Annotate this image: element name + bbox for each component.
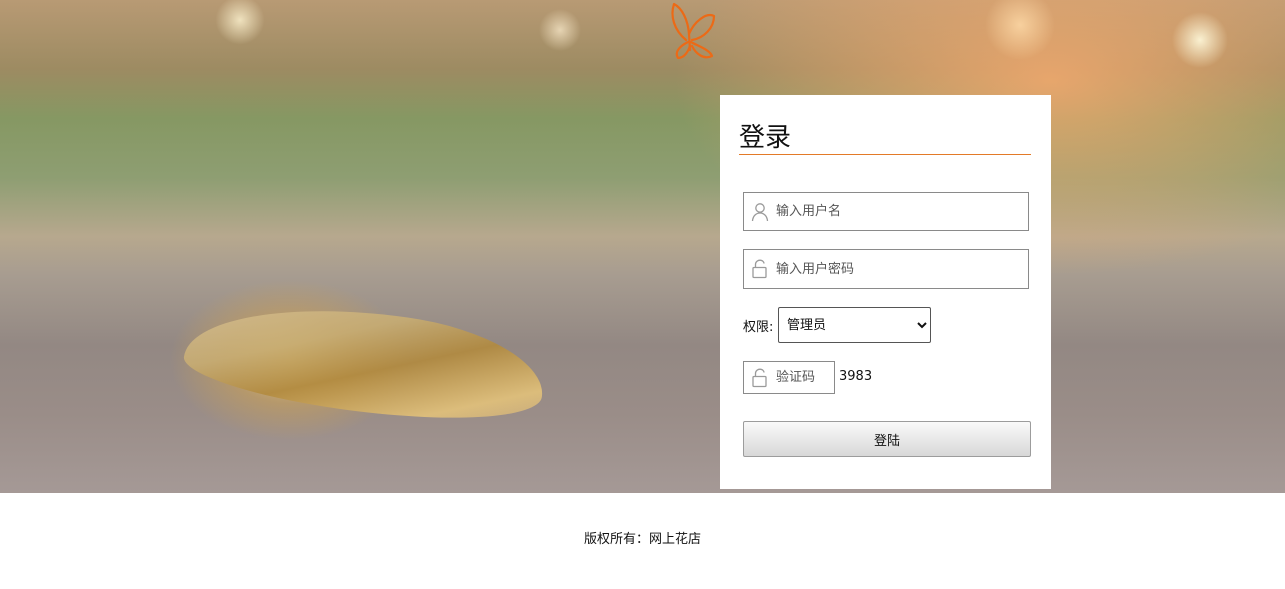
login-button[interactable]: 登陆: [743, 421, 1031, 457]
footer-copyright: 版权所有：网上花店: [583, 532, 701, 547]
login-title: 登录: [739, 123, 792, 153]
captcha-input[interactable]: [776, 362, 828, 393]
background-photo: [0, 0, 1285, 493]
username-input[interactable]: [776, 193, 1022, 230]
password-input[interactable]: [776, 250, 1022, 288]
login-panel: 登录 权限: 管理员 3983 登: [720, 95, 1051, 489]
username-field[interactable]: [743, 192, 1029, 231]
lock-icon: [752, 259, 767, 279]
leaf-image: [179, 287, 551, 437]
role-label: 权限:: [743, 320, 774, 335]
password-field[interactable]: [743, 249, 1029, 289]
captcha-field[interactable]: [743, 361, 835, 394]
role-select[interactable]: 管理员: [778, 307, 931, 343]
captcha-code: 3983: [839, 369, 873, 384]
butterfly-icon: [671, 2, 716, 60]
user-icon: [751, 202, 769, 221]
title-divider: [739, 154, 1031, 155]
lock-icon: [752, 368, 767, 387]
